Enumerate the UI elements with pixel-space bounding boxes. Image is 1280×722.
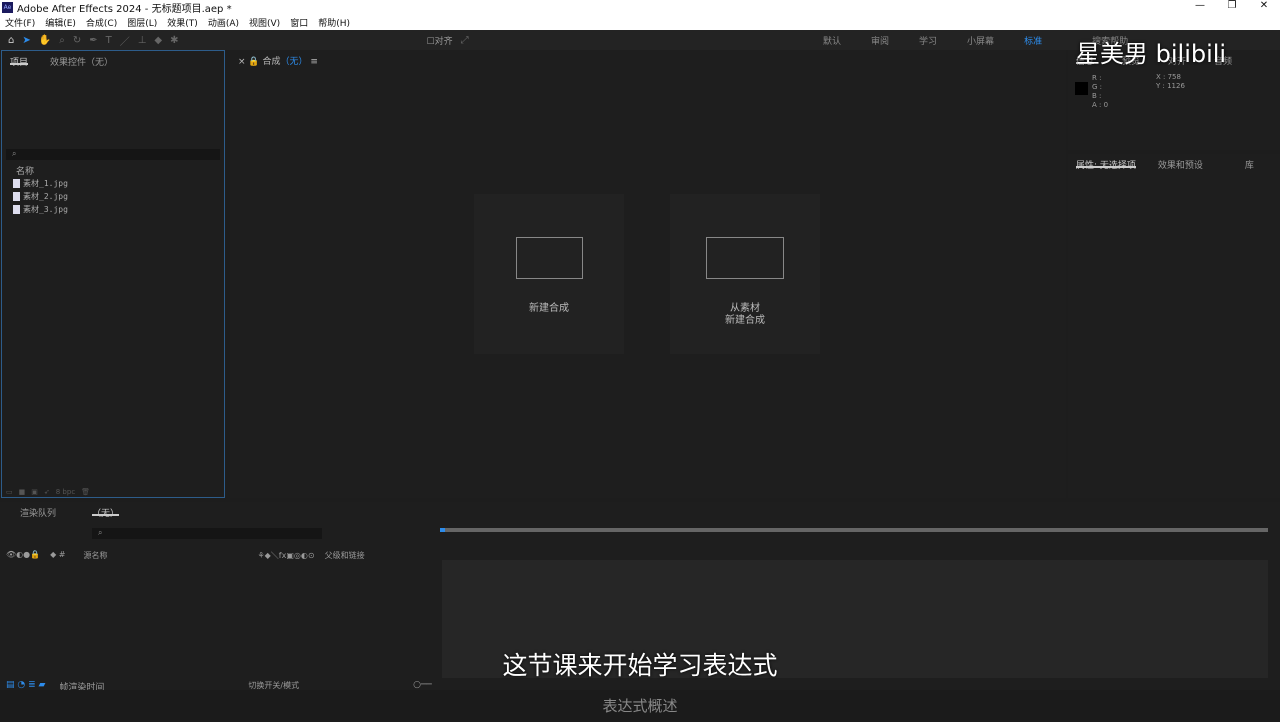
text-tool-icon[interactable]: T bbox=[106, 35, 112, 46]
color-swatch bbox=[1075, 82, 1088, 95]
render-icon[interactable]: ➶ bbox=[44, 488, 50, 496]
comp-tab-label: 合成 bbox=[262, 57, 281, 67]
tab-properties[interactable]: 属性: 无选择项 bbox=[1076, 158, 1136, 171]
new-folder-icon[interactable]: ■ bbox=[19, 488, 26, 496]
composition-icon bbox=[515, 237, 583, 279]
align-label: 对齐 bbox=[434, 36, 453, 47]
project-search-input[interactable]: ⌕ bbox=[6, 149, 220, 160]
file-icon bbox=[13, 205, 20, 214]
info-r: R : bbox=[1092, 74, 1102, 82]
project-panel: 项目 效果控件（无） ⌕ 名称 素材_1.jpg 素材_2.jpg 素材_3.jp… bbox=[1, 50, 225, 498]
source-name-header: 源名称 bbox=[83, 551, 108, 560]
info-g: G : bbox=[1092, 83, 1103, 91]
workspace-small-screen[interactable]: 小屏幕 bbox=[967, 34, 994, 47]
file-name: 素材_2.jpg bbox=[23, 192, 68, 201]
workspace-default[interactable]: 默认 bbox=[823, 34, 841, 47]
watermark: 星美男 bilibili bbox=[1076, 40, 1227, 68]
tab-library[interactable]: 库 bbox=[1245, 158, 1254, 171]
file-name: 素材_3.jpg bbox=[23, 205, 68, 214]
comp-tab-state: （无） bbox=[280, 57, 308, 67]
rotate-tool-icon[interactable]: ↻ bbox=[73, 35, 81, 46]
timeline-search-input[interactable]: ⌕ bbox=[92, 528, 322, 539]
eraser-tool-icon[interactable]: ◆ bbox=[154, 35, 162, 46]
tab-project[interactable]: 项目 bbox=[10, 55, 29, 68]
file-name: 素材_1.jpg bbox=[23, 179, 68, 188]
lock-icon: 🔒 bbox=[248, 57, 260, 67]
trash-icon[interactable]: 🗑 bbox=[81, 488, 90, 496]
workspace-standard[interactable]: 标准 bbox=[1024, 34, 1042, 47]
file-icon bbox=[13, 192, 20, 201]
av-switches-icon: 👁◐●🔒 bbox=[6, 550, 41, 559]
from-footage-label: 从素材 bbox=[730, 303, 760, 314]
list-item[interactable]: 素材_2.jpg bbox=[2, 190, 224, 203]
new-composition-label-2: 新建合成 bbox=[725, 315, 765, 326]
chapter-bar: 表达式概述 bbox=[0, 690, 1280, 720]
new-comp-from-footage-button[interactable]: 从素材 新建合成 bbox=[670, 194, 820, 354]
info-a: A : 0 bbox=[1092, 101, 1109, 109]
new-composition-button[interactable]: 新建合成 bbox=[474, 194, 624, 354]
hand-tool-icon[interactable]: ✋ bbox=[39, 35, 51, 46]
comp-tab[interactable]: × 🔒 合成（无） ≡ bbox=[230, 50, 1066, 71]
column-name[interactable]: 名称 bbox=[2, 160, 224, 177]
list-item[interactable]: 素材_3.jpg bbox=[2, 203, 224, 216]
properties-panel: 属性: 无选择项 效果和预设 库 bbox=[1068, 154, 1280, 498]
label-icon: ◆ # bbox=[50, 550, 66, 559]
home-icon[interactable]: ⌂ bbox=[8, 35, 14, 46]
list-item[interactable]: 素材_1.jpg bbox=[2, 177, 224, 190]
work-area-bar[interactable] bbox=[440, 528, 1268, 532]
title-bar: Ae Adobe After Effects 2024 - 无标题项目.aep … bbox=[0, 0, 1280, 15]
stamp-tool-icon[interactable]: ⊥ bbox=[138, 35, 147, 46]
file-icon bbox=[13, 179, 20, 188]
menu-view[interactable]: 视图(V) bbox=[249, 16, 280, 29]
info-y: Y : 1126 bbox=[1156, 82, 1185, 90]
puppet-tool-icon[interactable]: ✱ bbox=[170, 35, 178, 46]
info-b: B : bbox=[1092, 92, 1102, 100]
new-composition-label: 新建合成 bbox=[529, 303, 569, 314]
restore-button[interactable]: ❐ bbox=[1216, 0, 1248, 11]
menu-help[interactable]: 帮助(H) bbox=[318, 16, 350, 29]
brush-tool-icon[interactable]: ／ bbox=[120, 33, 130, 48]
tab-render-queue[interactable]: 渲染队列 bbox=[20, 506, 56, 519]
menu-effect[interactable]: 效果(T) bbox=[167, 16, 198, 29]
composition-panel: × 🔒 合成（无） ≡ 新建合成 从素材 新建合成 bbox=[230, 50, 1066, 498]
menu-animation[interactable]: 动画(A) bbox=[208, 16, 239, 29]
menu-composition[interactable]: 合成(C) bbox=[86, 16, 117, 29]
subtitle: 这节课来开始学习表达式 bbox=[502, 651, 778, 680]
selection-tool-icon[interactable]: ➤ bbox=[22, 35, 30, 46]
tab-effect-controls[interactable]: 效果控件（无） bbox=[50, 55, 113, 68]
minimize-button[interactable]: — bbox=[1184, 0, 1216, 11]
menu-edit[interactable]: 编辑(E) bbox=[45, 16, 76, 29]
menu-bar: 文件(F) 编辑(E) 合成(C) 图层(L) 效果(T) 动画(A) 视图(V… bbox=[0, 14, 1280, 30]
pen-tool-icon[interactable]: ✒ bbox=[89, 35, 97, 46]
workspace-review[interactable]: 审阅 bbox=[871, 34, 889, 47]
window-title: Adobe After Effects 2024 - 无标题项目.aep * bbox=[17, 3, 232, 15]
menu-layer[interactable]: 图层(L) bbox=[127, 16, 157, 29]
snap-icon[interactable]: ⤢ bbox=[461, 35, 469, 46]
info-x: X : 758 bbox=[1156, 73, 1181, 81]
footage-composition-icon bbox=[706, 237, 784, 279]
parent-link-header: 父级和链接 bbox=[324, 551, 365, 560]
workspace-learn[interactable]: 学习 bbox=[919, 34, 937, 47]
menu-window[interactable]: 窗口 bbox=[290, 16, 308, 29]
ae-logo: Ae bbox=[2, 1, 13, 13]
interpret-footage-icon[interactable]: ▭ bbox=[6, 488, 13, 496]
close-button[interactable]: ✕ bbox=[1248, 0, 1280, 11]
align-checkbox[interactable]: ☐对齐 bbox=[427, 34, 453, 47]
menu-file[interactable]: 文件(F) bbox=[5, 16, 35, 29]
bpc-label[interactable]: 8 bpc bbox=[56, 488, 75, 496]
tab-timeline[interactable]: （无） bbox=[92, 506, 120, 519]
zoom-tool-icon[interactable]: ⌕ bbox=[59, 35, 65, 46]
new-comp-icon[interactable]: ▣ bbox=[31, 488, 38, 496]
tab-effects-presets[interactable]: 效果和预设 bbox=[1158, 158, 1203, 171]
layer-switches-icon: ⚘◆＼fx▣◎◐⊙ bbox=[257, 551, 315, 560]
